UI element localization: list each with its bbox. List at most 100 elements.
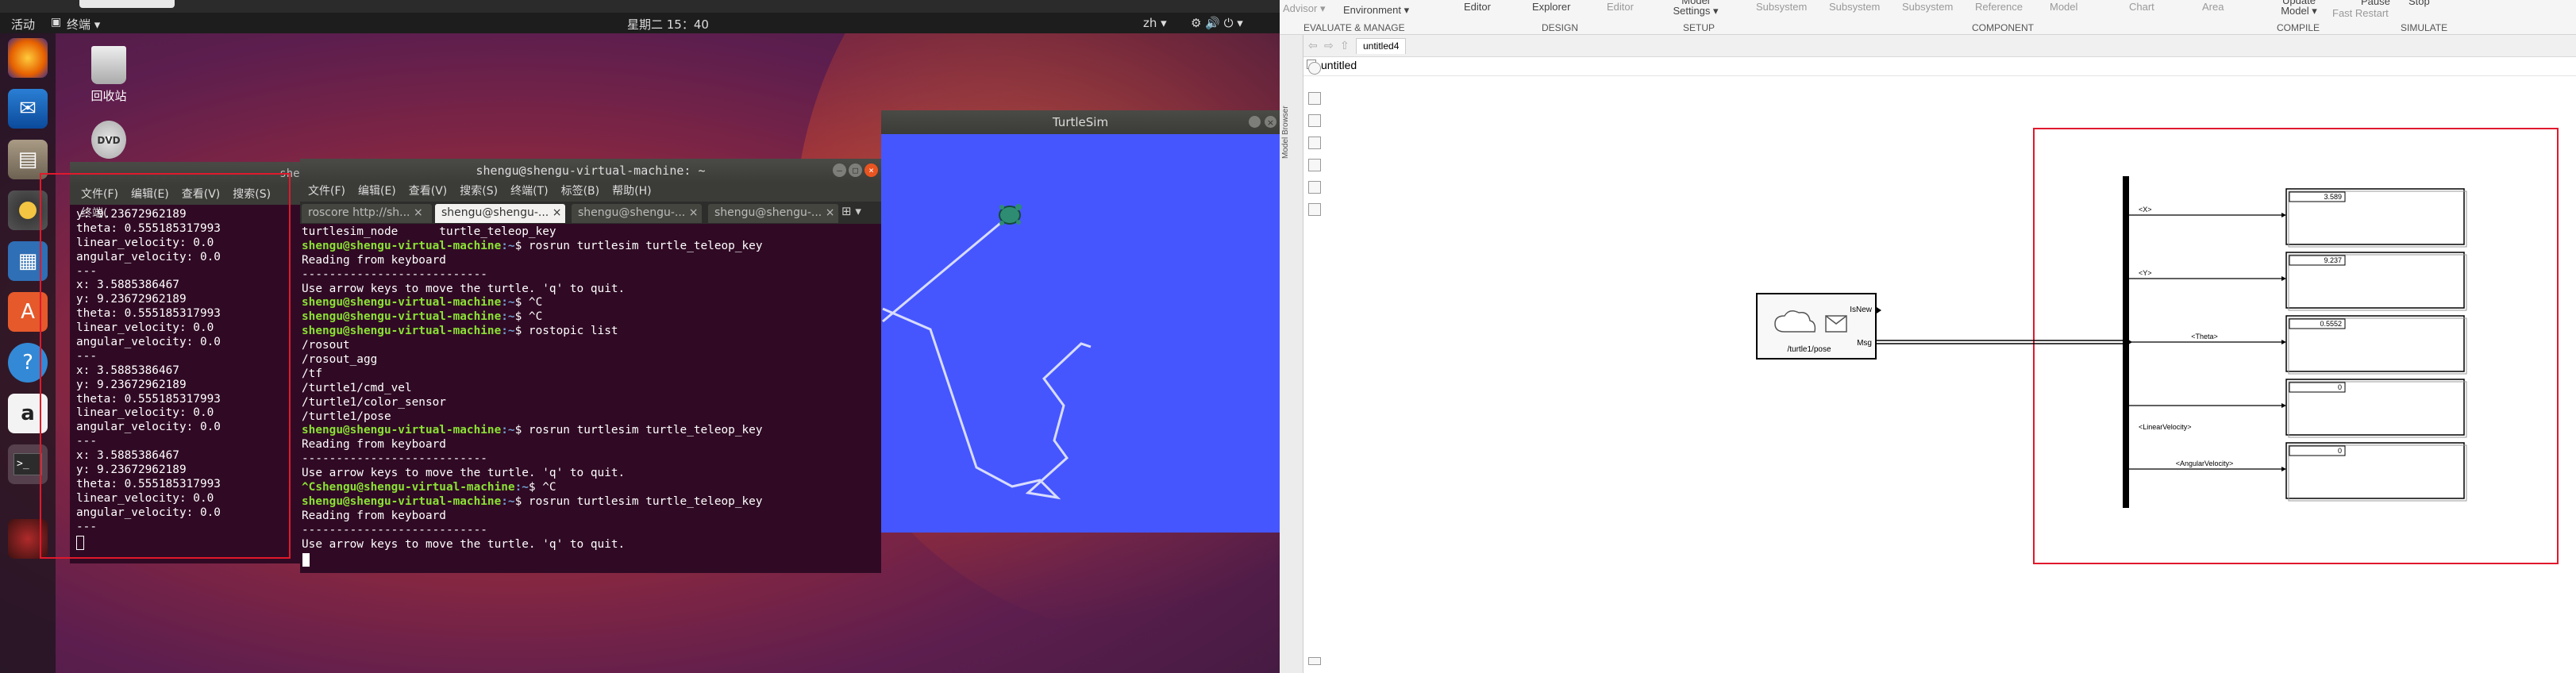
signal-row[interactable]: <Y> 9.237 <box>2129 252 2467 311</box>
terminal-line: shengu@shengu-virtual-machine:~$ rosrun … <box>302 495 763 510</box>
app-menu[interactable]: 终端 ▾ <box>67 16 100 33</box>
subscribe-topic: /turtle1/pose <box>1787 345 1831 354</box>
host-tab-strip <box>0 0 1280 13</box>
signal-label: <LinearVelocity> <box>2139 423 2192 431</box>
terminal-line: Use arrow keys to move the turtle. 'q' t… <box>302 537 626 551</box>
dvd-label: DVD <box>97 135 121 146</box>
app-menu-icon[interactable]: ▣ <box>51 16 61 29</box>
turtlesim-minimize-button[interactable] <box>1249 116 1261 128</box>
terminal-tabbar: roscore http://sh... × shengu@shengu-...… <box>300 202 881 224</box>
terminal-line: Reading from keyboard <box>302 438 446 452</box>
signal-label: <X> <box>2139 206 2152 213</box>
prompt-path: :~ <box>501 424 515 437</box>
turtle-icon <box>999 204 1022 225</box>
tab-close-icon[interactable]: × <box>689 206 699 219</box>
command-text: $ rostopic list <box>514 325 618 338</box>
signal-label: <Theta> <box>2191 333 2218 340</box>
selection-rectangle <box>40 173 291 559</box>
menu-search[interactable]: 搜索(S) <box>453 183 504 202</box>
menu-file[interactable]: 文件(F) <box>302 183 352 202</box>
clock[interactable]: 星期二 15：40 <box>627 16 709 33</box>
signal-row[interactable]: <AngularVelocity> 0 <box>2129 442 2467 502</box>
terminal-line: ^Cshengu@shengu-virtual-machine:~$ ^C <box>302 481 763 495</box>
prompt-path: :~ <box>501 296 515 310</box>
terminal-line: Reading from keyboard <box>302 509 446 522</box>
top-panel: 活动 ▣ 终端 ▾ 星期二 15：40 zh ▾ ⚙ 🔊 ⏻ ▾ <box>0 13 1280 33</box>
turtlesim-titlebar[interactable]: TurtleSim × <box>881 110 1280 134</box>
host-tab[interactable] <box>79 0 175 8</box>
terminal-front-output[interactable]: turtlesim_node turtle_teleop_key shengu@s… <box>302 225 763 552</box>
terminal-front-titlebar[interactable]: shengu@shengu-virtual-machine: ~ – □ × <box>300 159 881 183</box>
close-button[interactable]: × <box>864 163 878 177</box>
terminal-line: shengu@shengu-virtual-machine:~$ rosrun … <box>302 424 763 438</box>
ubuntu-desktop: 活动 ▣ 终端 ▾ 星期二 15：40 zh ▾ ⚙ 🔊 ⏻ ▾ ✉ ▤ ▦ A… <box>0 0 1280 673</box>
trash-icon <box>91 46 126 84</box>
subscribe-block[interactable]: /turtle1/pose IsNew Msg <box>1756 293 1881 360</box>
prompt-user: shengu@shengu-virtual-machine <box>302 310 502 324</box>
thunderbird-icon[interactable]: ✉ <box>8 89 48 129</box>
terminal-line: --------------------------- <box>302 452 487 466</box>
dvd-desktop-icon[interactable]: DVD <box>73 121 144 159</box>
minimize-button[interactable]: – <box>833 163 846 177</box>
prompt-user: shengu@shengu-virtual-machine <box>302 494 502 508</box>
tab-shengu-2[interactable]: shengu@shengu-... × <box>572 204 702 223</box>
command-text: $ rosrun turtlesim turtle_teleop_key <box>514 494 763 508</box>
maximize-button[interactable]: □ <box>849 163 862 177</box>
prompt-path: :~ <box>501 310 515 324</box>
terminal-line: turtlesim_node turtle_teleop_key <box>302 225 556 238</box>
terminal-line: shengu@shengu-virtual-machine:~$ rosrun … <box>302 240 763 254</box>
bus-line[interactable] <box>1877 338 2132 346</box>
prompt-user: shengu@shengu-virtual-machine <box>302 424 502 437</box>
display-value: 0 <box>2338 383 2342 391</box>
signal-row[interactable]: <LinearVelocity> 0 <box>2129 379 2467 438</box>
menu-terminal[interactable]: 终端(T) <box>504 183 554 202</box>
menu-edit[interactable]: 编辑(E) <box>352 183 402 202</box>
command-text: $ ^C <box>514 296 543 310</box>
tab-label: shengu@shengu-... <box>714 206 822 219</box>
tab-roscore[interactable]: roscore http://sh... × <box>302 204 432 223</box>
turtlesim-window[interactable]: TurtleSim × <box>881 110 1280 533</box>
turtlesim-close-button[interactable]: × <box>1265 116 1276 128</box>
tab-close-icon[interactable]: × <box>553 206 562 219</box>
tab-label: shengu@shengu-... <box>441 206 549 219</box>
tab-shengu-1[interactable]: shengu@shengu-... × <box>435 204 565 223</box>
screen: { "topbar":{"activities":"活动","app_menu"… <box>0 0 2576 673</box>
tab-shengu-3[interactable]: shengu@shengu-... × <box>708 204 838 223</box>
terminal-front-cursor <box>302 553 310 567</box>
prompt-path: :~ <box>501 239 515 252</box>
turtle-trail-2 <box>882 307 1092 500</box>
prompt-user: shengu@shengu-virtual-machine <box>302 296 502 310</box>
prompt-path: :~ <box>514 481 529 494</box>
activities-button[interactable]: 活动 <box>11 16 35 33</box>
signal-row[interactable]: <X> 3.589 <box>2129 188 2467 248</box>
prompt-path: :~ <box>501 494 515 508</box>
turtlesim-canvas[interactable] <box>881 136 1280 533</box>
new-tab-icon[interactable]: ⊞ ▾ <box>841 204 861 219</box>
terminal-window-front[interactable]: shengu@shengu-virtual-machine: ~ – □ × 文… <box>300 159 881 573</box>
menu-view[interactable]: 查看(V) <box>402 183 454 202</box>
tab-close-icon[interactable]: × <box>826 206 835 219</box>
menu-tabs[interactable]: 标签(B) <box>555 183 606 202</box>
port-isnew: IsNew <box>1850 306 1873 314</box>
menu-help[interactable]: 帮助(H) <box>606 183 657 202</box>
trash-desktop-icon[interactable]: 回收站 <box>73 46 144 104</box>
firefox-icon[interactable] <box>8 38 48 78</box>
terminal-line: /rosout <box>302 339 350 352</box>
signal-label: <Y> <box>2139 269 2152 277</box>
command-text: $ ^C <box>528 481 556 494</box>
signal-row[interactable]: <Theta> 0.5552 <box>2129 315 2467 375</box>
terminal-line: Use arrow keys to move the turtle. 'q' t… <box>302 467 626 480</box>
bus-selector[interactable] <box>2123 176 2129 508</box>
input-method[interactable]: zh ▾ <box>1143 16 1167 30</box>
turtle-trail-1 <box>882 215 1009 323</box>
terminal-line: shengu@shengu-virtual-machine:~$ rostopi… <box>302 325 763 339</box>
terminal-line: --------------------------- <box>302 267 487 281</box>
terminal-line: /tf <box>302 367 322 380</box>
tab-close-icon[interactable]: × <box>414 206 423 219</box>
system-menu[interactable]: ⚙ 🔊 ⏻ ▾ <box>1191 16 1243 30</box>
terminal-front-title: shengu@shengu-virtual-machine: ~ <box>476 163 706 178</box>
model-diagram: /turtle1/pose IsNew Msg <X> 3.589 <Y> 9.237… <box>1756 128 2559 564</box>
prompt-path: :~ <box>501 325 515 338</box>
trash-label: 回收站 <box>90 89 127 103</box>
terminal-front-menubar: 文件(F) 编辑(E) 查看(V) 搜索(S) 终端(T) 标签(B) 帮助(H) <box>300 183 881 202</box>
